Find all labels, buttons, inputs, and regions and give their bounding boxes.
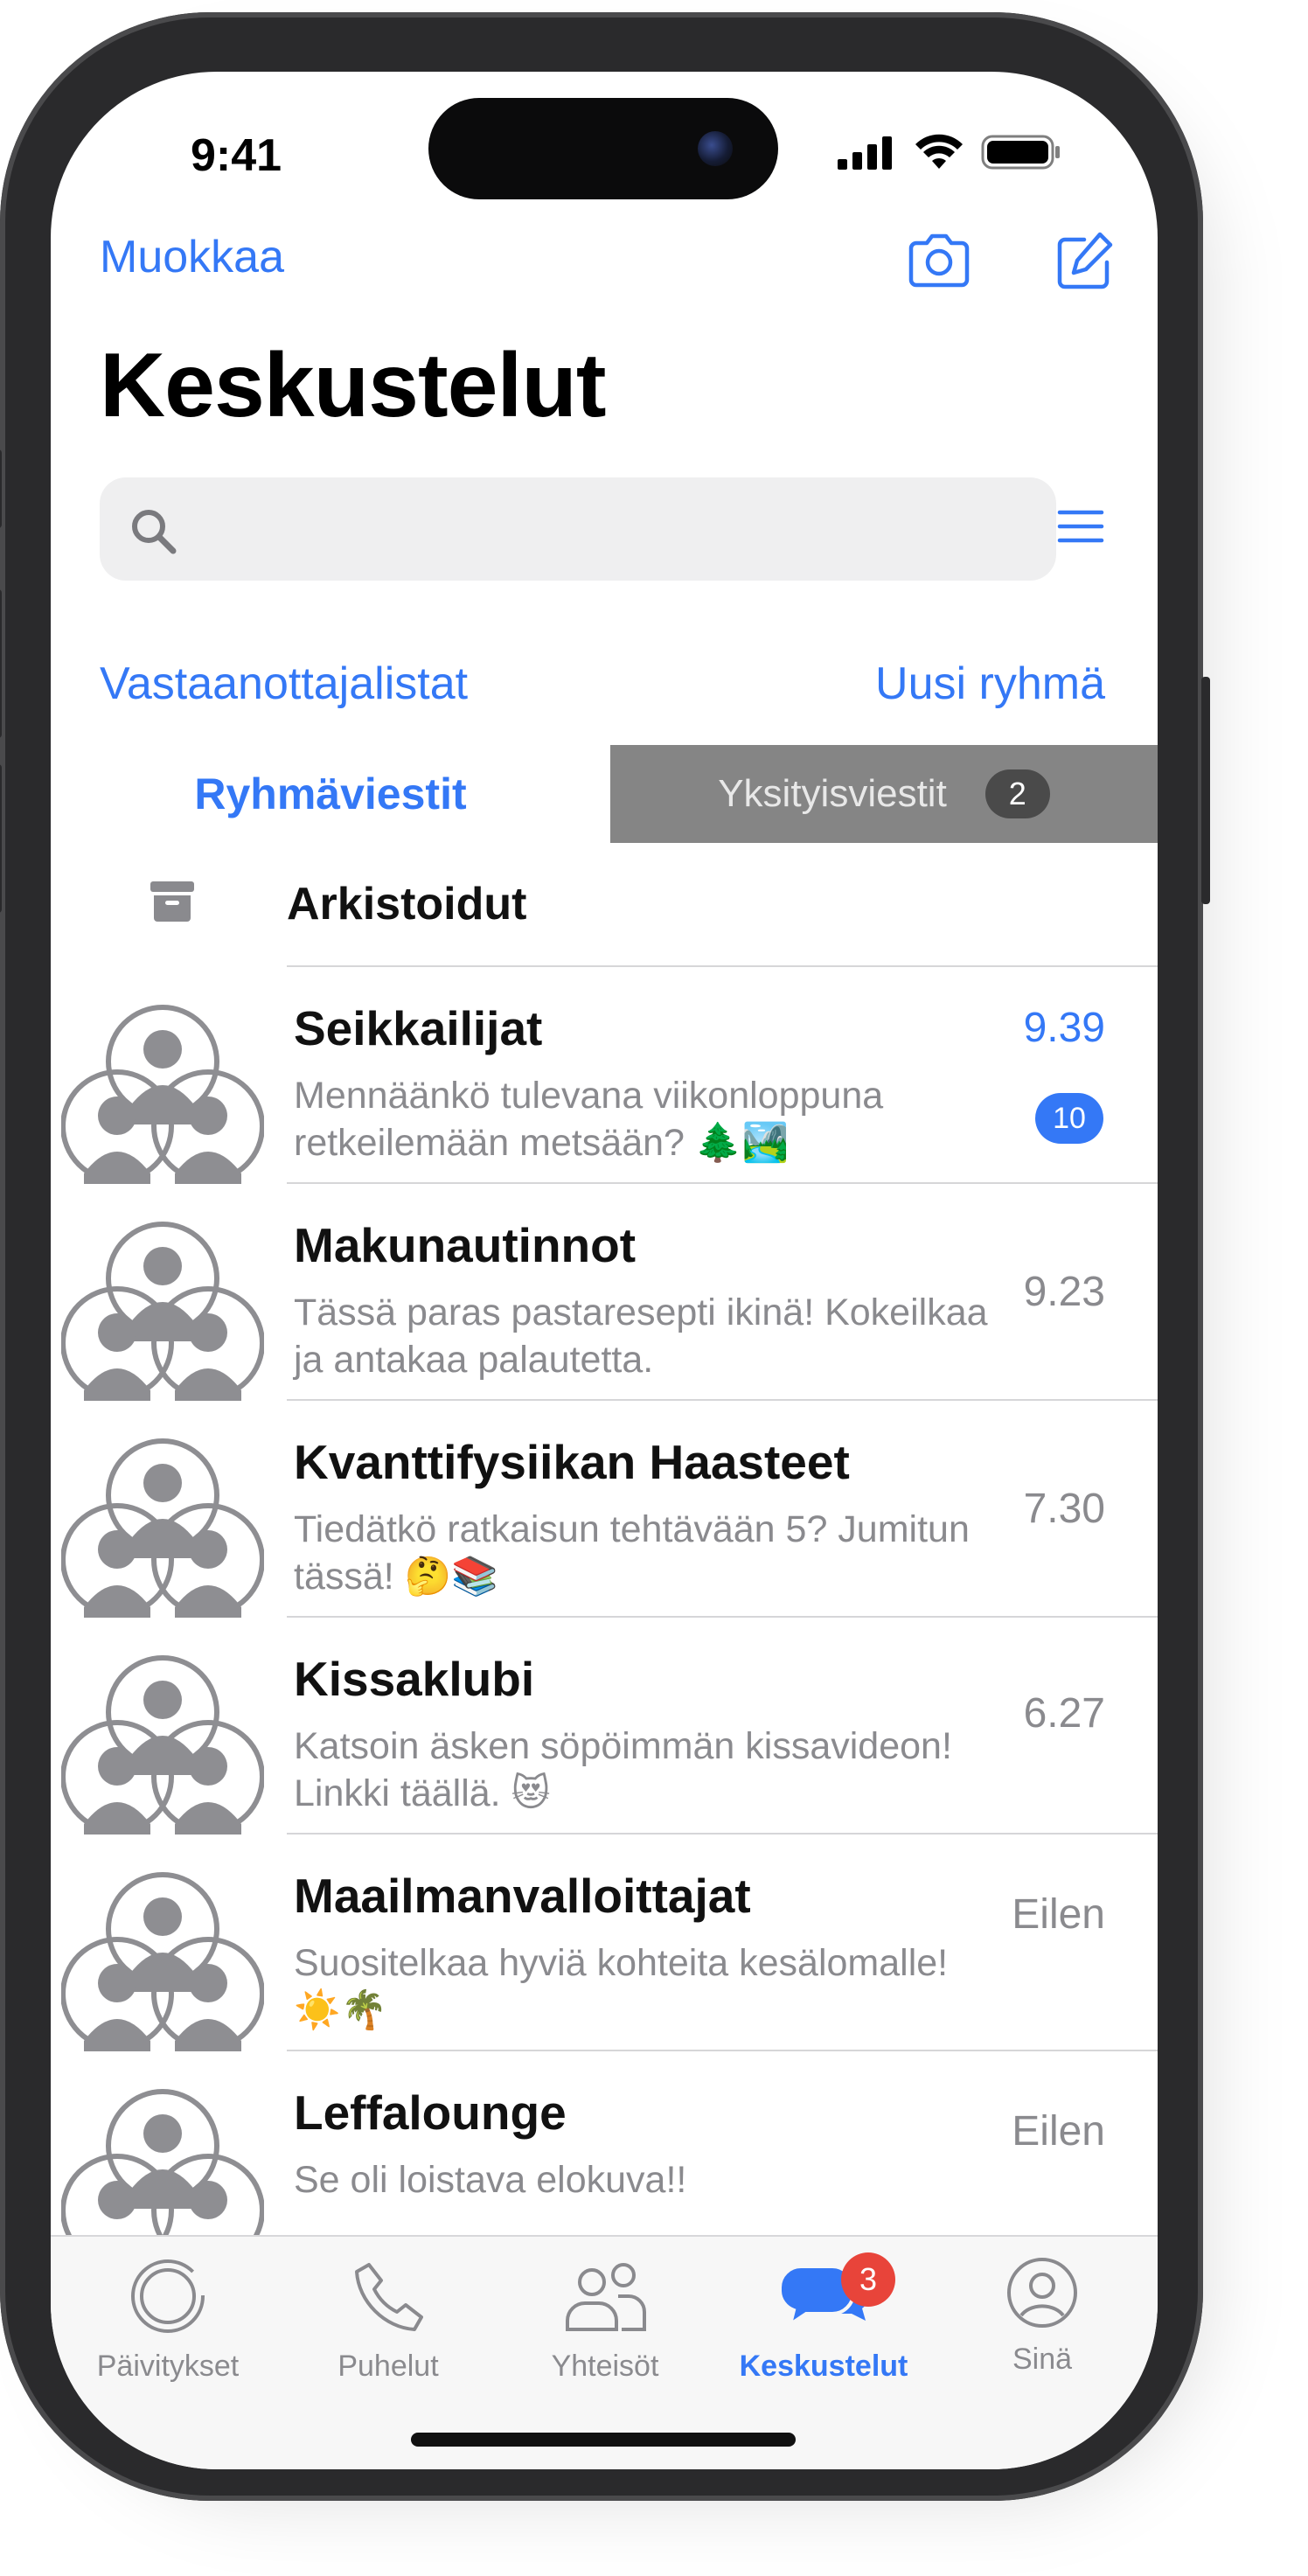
menu-icon[interactable] — [1056, 507, 1105, 546]
tab-group-messages-label: Ryhmäviestit — [194, 769, 467, 818]
battery-icon — [981, 135, 1060, 170]
tab-profile[interactable]: Sinä — [946, 2254, 1138, 2377]
chat-time: 9.39 — [1023, 1005, 1105, 1051]
tab-updates[interactable]: Päivitykset — [72, 2254, 264, 2384]
power-button — [1201, 677, 1210, 904]
archived-label: Arkistoidut — [287, 879, 527, 929]
chat-preview: Mennäänkö tulevana viikonloppuna retkeil… — [294, 1075, 884, 1164]
page-title: Keskustelut — [100, 335, 607, 436]
chat-preview: Katsoin äsken söpöimmän kissavideon! Lin… — [294, 1725, 952, 1814]
edit-button[interactable]: Muokkaa — [100, 231, 284, 283]
private-count-badge: 2 — [984, 769, 1050, 818]
phone-frame: 9:41 Muokkaa Keskustelut Vastaanottajali… — [0, 12, 1210, 2501]
chat-name: Kissaklubi — [294, 1652, 535, 1706]
group-avatar-icon — [61, 1215, 264, 1418]
tab-group-messages[interactable]: Ryhmäviestit — [51, 745, 610, 843]
status-time: 9:41 — [191, 130, 282, 181]
chat-row[interactable]: Seikkailijat Mennäänkö tulevana viikonlo… — [51, 967, 1158, 1182]
chat-time: Eilen — [1012, 1891, 1105, 1938]
compose-icon[interactable] — [1049, 226, 1119, 296]
group-avatar-icon — [61, 999, 264, 1201]
tab-bar: Päivitykset Puhelut Yhteisöt 3 Keskustel… — [51, 2235, 1158, 2469]
tab-chats-label: Keskustelut — [739, 2350, 908, 2383]
side-button — [0, 449, 2, 528]
tab-private-messages[interactable]: Yksityisviestit 2 — [610, 745, 1158, 843]
chat-name: Maailmanvalloittajat — [294, 1869, 751, 1923]
chat-time: Eilen — [1012, 2108, 1105, 2155]
volume-up-button — [0, 589, 2, 738]
chat-name: Leffalounge — [294, 2085, 567, 2140]
broadcast-lists-link[interactable]: Vastaanottajalistat — [100, 658, 468, 710]
group-avatar-icon — [61, 1649, 264, 1852]
chat-preview: Se oli loistava elokuva!! — [294, 2159, 687, 2201]
screen: 9:41 Muokkaa Keskustelut Vastaanottajali… — [51, 72, 1158, 2469]
status-icons — [836, 133, 1061, 171]
archive-icon — [150, 881, 194, 922]
chat-row[interactable]: Kissaklubi Katsoin äsken söpöimmän kissa… — [51, 1618, 1158, 1833]
communities-icon — [566, 2263, 646, 2331]
group-avatar-icon — [61, 1866, 264, 2069]
volume-down-button — [0, 764, 2, 913]
updates-icon — [131, 2259, 205, 2333]
profile-icon — [1007, 2258, 1077, 2328]
home-indicator[interactable] — [411, 2433, 796, 2447]
chats-unread-badge: 3 — [841, 2252, 895, 2307]
chat-preview: Tässä paras pastaresepti ikinä! Kokeilka… — [294, 1291, 988, 1381]
tab-updates-label: Päivitykset — [96, 2350, 240, 2383]
chat-row[interactable]: Maailmanvalloittajat Suositelkaa hyviä k… — [51, 1835, 1158, 2050]
chat-time: 6.27 — [1023, 1690, 1105, 1737]
camera-icon[interactable] — [904, 226, 974, 296]
chat-row[interactable]: Kvanttifysiikan Haasteet Tiedätkö ratkai… — [51, 1401, 1158, 1616]
group-avatar-icon — [61, 1432, 264, 1635]
tab-profile-label: Sinä — [1012, 2343, 1073, 2376]
chat-preview: Tiedätkö ratkaisun tehtävään 5? Jumitun … — [294, 1508, 970, 1598]
tab-calls-label: Puhelut — [337, 2350, 439, 2383]
chat-name: Kvanttifysiikan Haasteet — [294, 1435, 850, 1489]
chat-name: Makunautinnot — [294, 1218, 637, 1272]
search-input[interactable] — [100, 477, 1056, 581]
unread-badge: 10 — [1035, 1093, 1103, 1144]
dynamic-island — [428, 98, 778, 199]
phone-icon — [355, 2263, 423, 2331]
chat-time: 7.30 — [1023, 1486, 1105, 1532]
front-camera — [698, 131, 733, 166]
segmented-control: Ryhmäviestit Yksityisviestit 2 — [51, 745, 1158, 843]
tab-chats[interactable]: 3 Keskustelut — [727, 2252, 920, 2384]
tab-calls[interactable]: Puhelut — [292, 2254, 484, 2384]
wifi-icon — [915, 134, 963, 169]
chat-preview: Suositelkaa hyviä kohteita kesälomalle! … — [294, 1942, 949, 2031]
archived-row[interactable]: Arkistoidut — [51, 843, 1158, 964]
chat-time: 9.23 — [1023, 1269, 1105, 1315]
tab-communities-label: Yhteisöt — [551, 2350, 659, 2383]
chat-row[interactable]: Makunautinnot Tässä paras pastaresepti i… — [51, 1184, 1158, 1399]
new-group-link[interactable]: Uusi ryhmä — [875, 658, 1105, 710]
cellular-signal-icon — [838, 136, 892, 170]
tab-communities[interactable]: Yhteisöt — [509, 2254, 701, 2384]
chat-name: Seikkailijat — [294, 1001, 543, 1055]
tab-private-messages-label: Yksityisviestit — [718, 772, 947, 815]
search-icon — [132, 510, 177, 554]
